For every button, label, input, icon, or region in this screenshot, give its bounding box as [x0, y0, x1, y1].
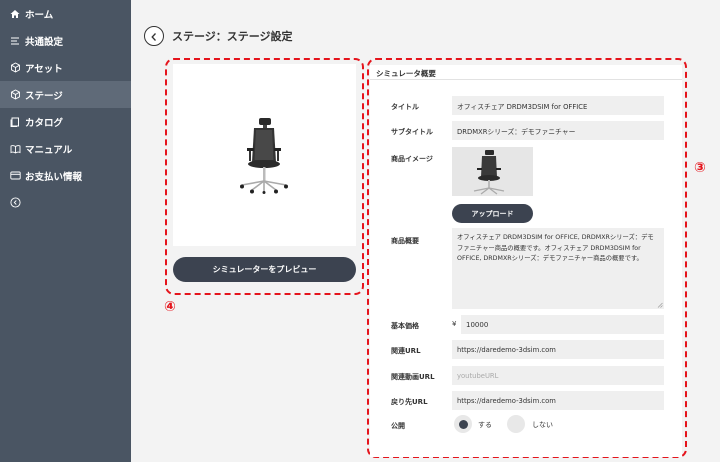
- section-title: シミュレータ概要: [376, 69, 436, 78]
- sidebar-item-label: ホーム: [25, 9, 54, 21]
- sidebar-item-label: ステージ: [25, 90, 63, 102]
- manual-icon: [9, 143, 21, 155]
- title-label: タイトル: [391, 103, 419, 111]
- related-url-input[interactable]: https://daredemo-3dsim.com: [452, 340, 664, 359]
- sidebar-item-stage[interactable]: ステージ: [0, 81, 131, 108]
- stage-icon: [9, 89, 21, 101]
- page-title: ステージ：ステージ設定: [172, 30, 293, 43]
- sidebar-item-manual[interactable]: マニュアル: [0, 135, 131, 162]
- related-url-label: 関連URL: [391, 347, 421, 355]
- sidebar-item-label: カタログ: [25, 117, 64, 129]
- chair-image: [233, 118, 295, 198]
- chevron-left-icon: [150, 27, 158, 46]
- sidebar-item-label: お支払い情報: [25, 171, 83, 183]
- payment-icon: [9, 170, 21, 182]
- sidebar-item-label: アセット: [25, 63, 63, 75]
- asset-icon: [9, 62, 21, 74]
- upload-button[interactable]: アップロード: [452, 204, 533, 223]
- subtitle-label: サブタイトル: [391, 128, 433, 136]
- subtitle-input[interactable]: DRDMXRシリーズ：デモファニチャー: [452, 121, 664, 140]
- settings-list-icon: [9, 35, 21, 47]
- resize-grip-icon[interactable]: [657, 302, 663, 308]
- back-button[interactable]: [144, 26, 164, 46]
- currency-symbol: ¥: [452, 320, 457, 328]
- publish-no-radio[interactable]: [507, 415, 525, 433]
- sidebar-item-payment[interactable]: お支払い情報: [0, 162, 131, 189]
- sidebar-item-common-settings[interactable]: 共通設定: [0, 27, 131, 54]
- section-divider: [370, 79, 682, 80]
- product-description-label: 商品概要: [391, 237, 419, 245]
- sidebar-collapse-button[interactable]: [0, 189, 131, 216]
- publish-label: 公開: [391, 422, 405, 430]
- return-url-input[interactable]: https://daredemo-3dsim.com: [452, 391, 664, 410]
- publish-no-label: しない: [532, 421, 553, 429]
- product-description-text: オフィスチェア DRDM3DSIM for OFFICE, DRDMXRシリーズ…: [457, 234, 654, 262]
- title-input[interactable]: オフィスチェア DRDM3DSIM for OFFICE: [452, 96, 664, 115]
- sidebar-item-label: 共通設定: [25, 36, 64, 48]
- related-video-url-input[interactable]: youtubeURL: [452, 366, 664, 385]
- simulator-preview-button[interactable]: シミュレーターをプレビュー: [173, 257, 356, 282]
- page-header: ステージ：ステージ設定: [144, 26, 293, 46]
- preview-card: [173, 64, 356, 246]
- base-price-input[interactable]: 10000: [461, 315, 664, 334]
- base-price-label: 基本価格: [391, 322, 419, 330]
- sidebar-item-home[interactable]: ホーム: [0, 0, 131, 27]
- home-icon: [9, 8, 21, 20]
- publish-yes-radio[interactable]: [454, 415, 472, 433]
- sidebar-item-catalog[interactable]: カタログ: [0, 108, 131, 135]
- catalog-icon: [9, 116, 21, 128]
- publish-yes-label: する: [478, 421, 492, 429]
- product-description-textarea[interactable]: オフィスチェア DRDM3DSIM for OFFICE, DRDMXRシリーズ…: [452, 228, 664, 309]
- related-video-url-label: 関連動画URL: [391, 373, 435, 381]
- sidebar-item-label: マニュアル: [25, 144, 73, 156]
- product-image-label: 商品イメージ: [391, 155, 433, 163]
- radio-selected-dot: [458, 419, 468, 429]
- return-url-label: 戻り先URL: [391, 398, 428, 406]
- product-image-thumbnail: [452, 147, 533, 196]
- sidebar-item-asset[interactable]: アセット: [0, 54, 131, 81]
- sidebar: ホーム 共通設定 アセット ステージ カタログ マニュアル お支払い情報: [0, 0, 131, 462]
- annotation-badge-3: ③: [694, 160, 706, 176]
- chevron-left-circle-icon: [9, 197, 21, 209]
- annotation-badge-4: ④: [164, 299, 176, 315]
- simulator-overview-panel: シミュレータ概要 タイトル オフィスチェア DRDM3DSIM for OFFI…: [370, 65, 682, 457]
